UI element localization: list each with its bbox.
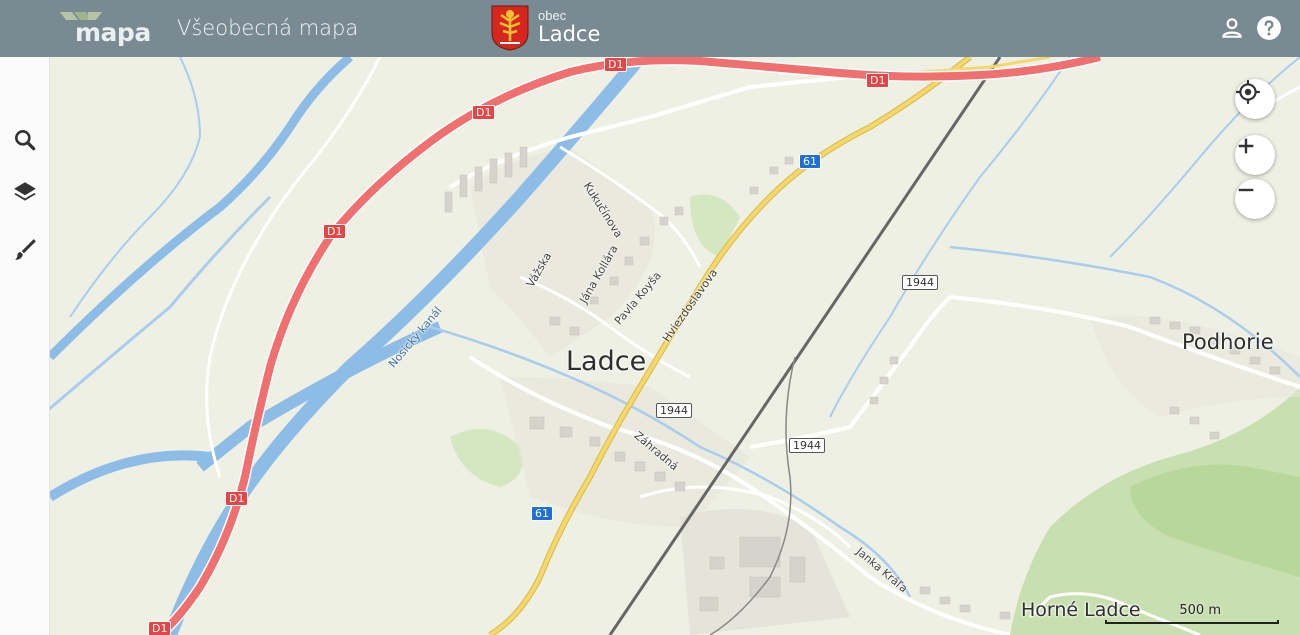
road-shield-61: 61 — [799, 154, 821, 169]
place-label-ladce: Ladce — [566, 346, 647, 377]
road-shield-d1: D1 — [604, 57, 628, 72]
crosshair-icon — [1236, 80, 1260, 104]
municipality-crest-icon — [491, 5, 529, 51]
place-label-podhorie: Podhorie — [1182, 330, 1274, 354]
road-shield-d1: D1 — [148, 621, 172, 635]
road-shield-d1: D1 — [472, 105, 496, 120]
road-shield-1944: 1944 — [656, 403, 692, 418]
zoom-out-button[interactable] — [1235, 179, 1275, 219]
road-shield-1944: 1944 — [789, 438, 825, 453]
locate-button[interactable] — [1235, 79, 1275, 119]
plus-icon — [1238, 138, 1254, 154]
logo-text: mapa — [75, 18, 151, 47]
help-icon[interactable] — [1256, 15, 1282, 41]
tool-sidebar — [0, 57, 50, 635]
map-base-layer — [50, 57, 1300, 635]
map-canvas[interactable]: Ladce Podhorie Horné Ladce Kukučínova Vá… — [50, 57, 1300, 635]
road-shield-1944: 1944 — [902, 275, 938, 290]
minus-icon — [1238, 188, 1254, 192]
mapa-logo[interactable]: mapa — [58, 8, 151, 50]
zoom-in-button[interactable] — [1235, 135, 1275, 175]
road-shield-61: 61 — [531, 506, 553, 521]
road-shield-d1: D1 — [323, 224, 347, 239]
scale-bar: 500 m — [1105, 602, 1279, 626]
road-shield-d1: D1 — [866, 73, 890, 88]
brush-icon[interactable] — [12, 237, 38, 263]
municipality-label: obec — [538, 8, 567, 23]
page-title: Všeobecná mapa — [177, 16, 359, 40]
layers-icon[interactable] — [12, 179, 38, 205]
municipality-name: Ladce — [538, 22, 601, 46]
road-shield-d1: D1 — [225, 491, 249, 506]
app-header: mapa Všeobecná mapa obec Ladce — [0, 0, 1300, 57]
scale-bar-label: 500 m — [1179, 603, 1221, 618]
account-icon[interactable] — [1219, 15, 1245, 41]
scale-bar-line — [1105, 620, 1279, 624]
search-icon[interactable] — [12, 127, 38, 153]
